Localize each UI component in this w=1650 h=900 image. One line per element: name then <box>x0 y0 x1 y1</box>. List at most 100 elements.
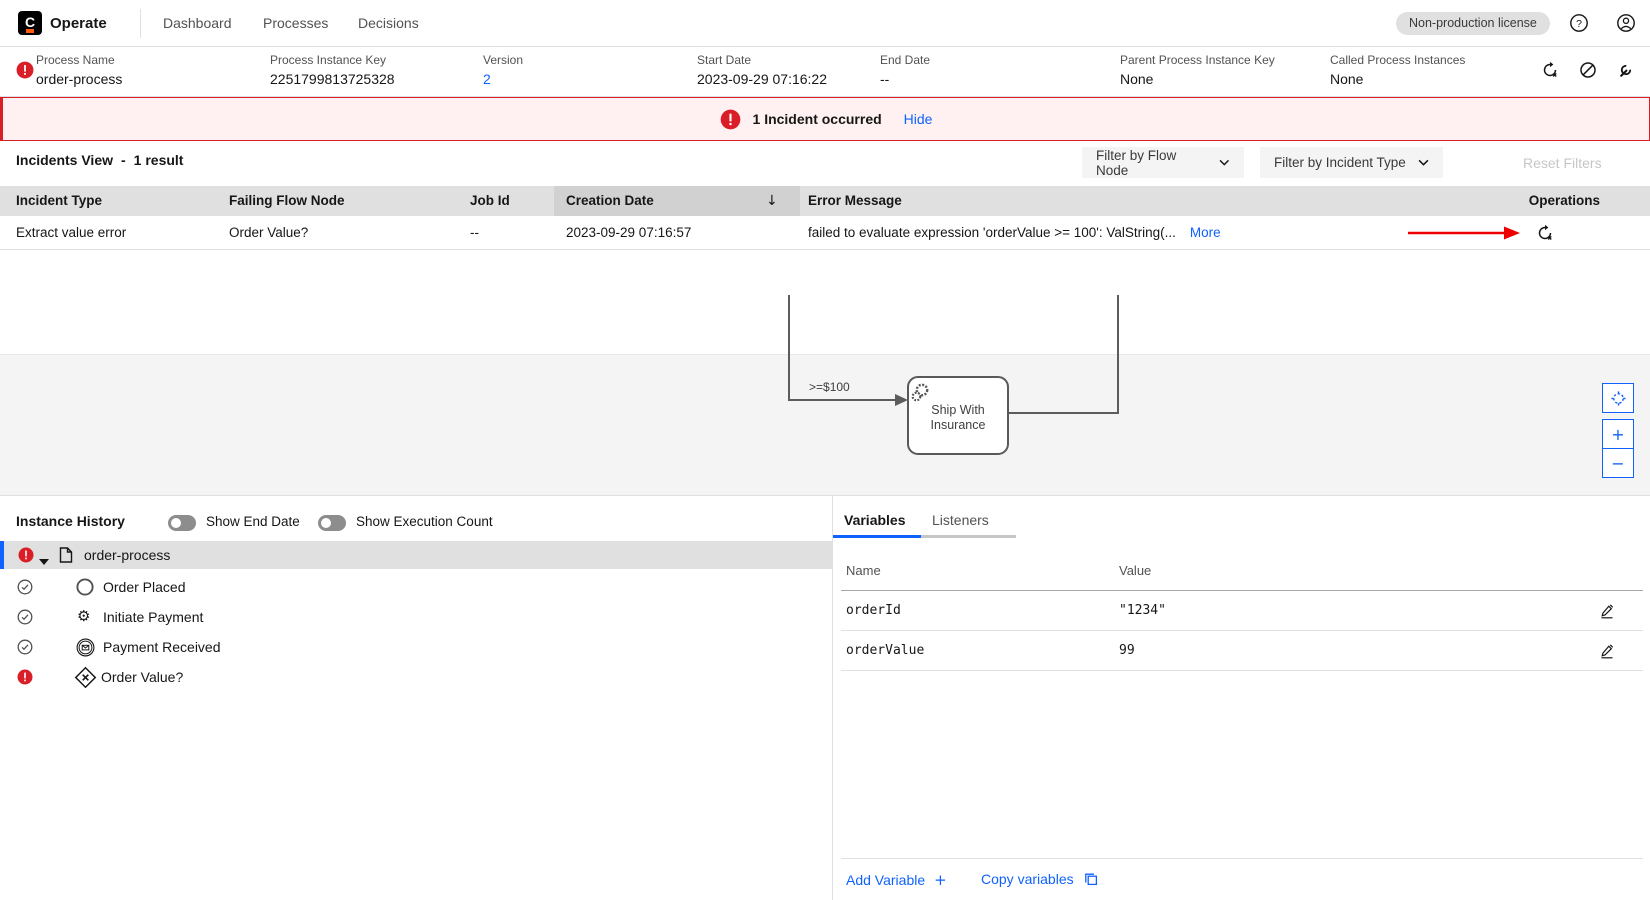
camunda-logo[interactable]: C <box>18 11 42 35</box>
meta-end-date: End Date -- <box>880 53 930 87</box>
col-creation-date: Creation Date <box>566 186 654 216</box>
version-link[interactable]: 2 <box>483 71 523 87</box>
variables-panel: Variables Listeners Name Value orderId "… <box>832 496 1650 900</box>
error-more-link[interactable]: More <box>1190 216 1221 250</box>
help-glyph: ? <box>1576 18 1582 30</box>
col-name: Name <box>846 551 881 591</box>
incident-type-value: Extract value error <box>16 216 126 250</box>
col-error-message: Error Message <box>808 186 902 216</box>
row-retry-icon[interactable] <box>1536 224 1554 245</box>
app-title: Operate <box>50 15 107 32</box>
meta-value: 2251799813725328 <box>270 71 395 87</box>
variables-table-header: Name Value <box>841 551 1643 591</box>
incident-row[interactable]: Extract value error Order Value? -- 2023… <box>0 216 1650 250</box>
zoom-in-button[interactable]: + <box>1602 419 1634 449</box>
error-icon <box>18 547 34 566</box>
diagram-zoom-controls: + − <box>1602 383 1634 478</box>
edit-variable-icon[interactable] <box>1599 643 1615 663</box>
reset-viewport-icon <box>1610 390 1627 407</box>
meta-label: Version <box>483 53 523 67</box>
col-incident-type: Incident Type <box>16 186 102 216</box>
cancel-icon[interactable] <box>1579 61 1597 79</box>
task-name-line2: Insurance <box>931 418 986 432</box>
chevron-down-icon <box>1219 159 1230 166</box>
reset-filters-button[interactable]: Reset Filters <box>1523 155 1602 171</box>
tab-variables[interactable]: Variables <box>833 506 921 538</box>
tree-item-label: Payment Received <box>103 639 221 655</box>
instance-history-title: Instance History <box>16 513 125 529</box>
incidents-count: 1 result <box>134 152 184 168</box>
col-operations: Operations <box>1480 186 1600 216</box>
tree-item-order-placed[interactable]: Order Placed <box>0 573 832 601</box>
edit-variable-icon[interactable] <box>1599 603 1615 623</box>
failing-flow-node-value: Order Value? <box>229 216 308 250</box>
add-variable-label: Add Variable <box>846 872 925 888</box>
meta-value: -- <box>880 71 930 87</box>
service-task-gear-icon: ⚙ <box>77 609 90 624</box>
tree-item-order-value[interactable]: Order Value? <box>0 663 832 691</box>
meta-label: Start Date <box>697 53 827 67</box>
modify-wrench-icon[interactable] <box>1617 61 1635 79</box>
diagram-reset-button[interactable] <box>1602 383 1634 413</box>
bpmn-diagram: >=$100 Ship With Insurance <box>0 250 1650 495</box>
exclusive-gateway-icon <box>74 666 97 692</box>
zoom-out-button[interactable]: − <box>1602 448 1634 478</box>
variable-value: "1234" <box>1119 591 1166 631</box>
variable-value: 99 <box>1119 631 1135 671</box>
banner-text: 1 Incident occurred <box>753 111 882 127</box>
license-badge: Non-production license <box>1396 12 1550 35</box>
meta-process-name: Process Name order-process <box>36 53 122 87</box>
tree-item-label: Order Value? <box>101 669 183 685</box>
meta-label: End Date <box>880 53 930 67</box>
tree-item-order-process[interactable]: order-process <box>0 541 832 569</box>
top-header: C Operate Dashboard Processes Decisions … <box>0 0 1650 47</box>
bottom-panels: Instance History Show End Date Show Exec… <box>0 495 1650 900</box>
tree-item-payment-received[interactable]: Payment Received <box>0 633 832 661</box>
col-failing-flow-node: Failing Flow Node <box>229 186 345 216</box>
job-id-value: -- <box>470 216 479 250</box>
operate-app: C Operate Dashboard Processes Decisions … <box>0 0 1650 900</box>
caret-down-icon[interactable] <box>39 552 49 568</box>
meta-label: Process Name <box>36 53 122 67</box>
chevron-down-icon <box>1418 159 1429 166</box>
variable-row-orderId: orderId "1234" <box>841 591 1643 631</box>
creation-date-value: 2023-09-29 07:16:57 <box>566 216 691 250</box>
incident-banner: 1 Incident occurred Hide <box>0 97 1650 141</box>
variable-row-orderValue: orderValue 99 <box>841 631 1643 671</box>
copy-variables-button[interactable]: Copy variables <box>981 871 1099 887</box>
meta-value: None <box>1330 71 1465 87</box>
help-icon[interactable]: ? <box>1569 13 1589 33</box>
message-event-icon <box>76 638 95 660</box>
filter-incident-type-dropdown[interactable]: Filter by Incident Type <box>1260 147 1443 178</box>
error-message-value: failed to evaluate expression 'orderValu… <box>808 216 1176 250</box>
filter-flow-node-dropdown[interactable]: Filter by Flow Node <box>1082 147 1244 178</box>
creation-date-sort-cell[interactable]: Creation Date ↓ <box>554 186 800 216</box>
show-end-date-toggle[interactable] <box>168 515 196 531</box>
tab-listeners[interactable]: Listeners <box>921 506 1016 538</box>
task-ship-with-insurance[interactable]: Ship With Insurance <box>908 377 1008 454</box>
flow-condition-label: >=$100 <box>809 380 850 394</box>
retry-icon[interactable] <box>1541 61 1559 79</box>
show-execution-count-toggle[interactable] <box>318 515 346 531</box>
variable-name: orderId <box>846 591 901 631</box>
nav-decisions[interactable]: Decisions <box>358 15 419 31</box>
sequence-flow-out <box>1008 295 1118 413</box>
check-circle-icon <box>17 639 33 658</box>
instance-error-icon <box>16 61 34 82</box>
banner-hide-link[interactable]: Hide <box>904 111 933 127</box>
meta-process-instance-key: Process Instance Key 2251799813725328 <box>270 53 395 87</box>
process-document-icon <box>59 547 73 566</box>
nav-dashboard[interactable]: Dashboard <box>163 15 232 31</box>
start-event-icon <box>76 578 94 599</box>
tree-item-initiate-payment[interactable]: ⚙ Initiate Payment <box>0 603 832 631</box>
meta-label: Process Instance Key <box>270 53 395 67</box>
task-name-line1: Ship With <box>931 403 985 417</box>
filter-flow-node-label: Filter by Flow Node <box>1096 148 1207 178</box>
incidents-title: Incidents View <box>16 152 113 168</box>
nav-processes[interactable]: Processes <box>263 15 328 31</box>
add-variable-button[interactable]: Add Variable + <box>846 871 947 889</box>
meta-label: Called Process Instances <box>1330 53 1465 67</box>
copy-variables-label: Copy variables <box>981 871 1074 887</box>
meta-called-process-instances: Called Process Instances None <box>1330 53 1465 87</box>
user-icon[interactable] <box>1616 13 1636 33</box>
